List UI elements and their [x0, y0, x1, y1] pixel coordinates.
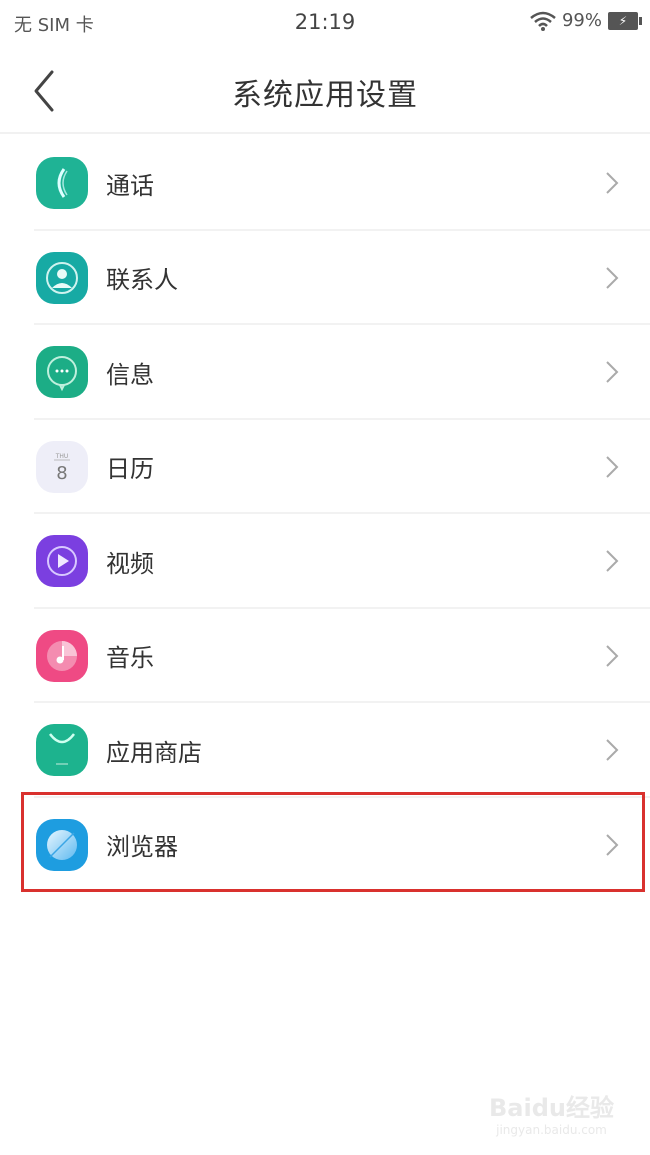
browser-icon: [36, 818, 88, 871]
system-app-list: 通话 联系人 信息 THU 8 日历 视频 音乐 应用商店 浏览器: [0, 136, 650, 892]
chevron-right-icon: [606, 645, 619, 667]
wifi-icon: [530, 11, 556, 31]
calendar-icon: THU 8: [36, 440, 88, 493]
list-item-calendar[interactable]: THU 8 日历: [0, 420, 650, 515]
music-icon: [36, 629, 88, 682]
battery-charging-icon: ⚡: [608, 11, 642, 30]
watermark-logo: Baidu经验: [489, 1094, 614, 1122]
contacts-icon: [36, 251, 88, 304]
watermark-url: jingyan.baidu.com: [496, 1123, 607, 1137]
item-label: 日历: [106, 455, 154, 484]
chevron-right-icon: [606, 172, 619, 194]
status-indicators: 99% ⚡: [530, 10, 642, 31]
chevron-right-icon: [606, 739, 619, 761]
phone-icon: [36, 157, 88, 210]
chevron-right-icon: [606, 550, 619, 572]
item-label: 联系人: [106, 266, 178, 295]
chevron-right-icon: [606, 361, 619, 383]
list-item-contacts[interactable]: 联系人: [0, 231, 650, 326]
item-label: 信息: [106, 360, 154, 389]
list-item-phone[interactable]: 通话: [0, 136, 650, 231]
list-item-app-store[interactable]: 应用商店: [0, 703, 650, 798]
chevron-right-icon: [606, 456, 619, 478]
app-store-icon: [36, 724, 88, 777]
list-item-messages[interactable]: 信息: [0, 325, 650, 420]
item-label: 浏览器: [106, 833, 178, 862]
page-title: 系统应用设置: [232, 78, 418, 113]
item-label: 音乐: [106, 644, 154, 673]
list-item-music[interactable]: 音乐: [0, 609, 650, 704]
list-item-browser[interactable]: 浏览器: [0, 798, 650, 893]
watermark: Baidu经验 jingyan.baidu.com: [489, 1088, 614, 1137]
message-icon: [36, 346, 88, 399]
svg-text:8: 8: [56, 463, 67, 484]
video-icon: [36, 535, 88, 588]
item-label: 通话: [106, 171, 154, 200]
battery-percent: 99%: [561, 10, 602, 31]
svg-text:THU: THU: [55, 453, 69, 460]
item-label: 视频: [106, 549, 154, 578]
item-label: 应用商店: [106, 738, 202, 767]
chevron-right-icon: [606, 834, 619, 856]
status-bar: 无 SIM 卡 21:19 99% ⚡: [0, 0, 650, 46]
chevron-right-icon: [606, 267, 619, 289]
list-item-video[interactable]: 视频: [0, 514, 650, 609]
header: 系统应用设置: [0, 46, 650, 134]
